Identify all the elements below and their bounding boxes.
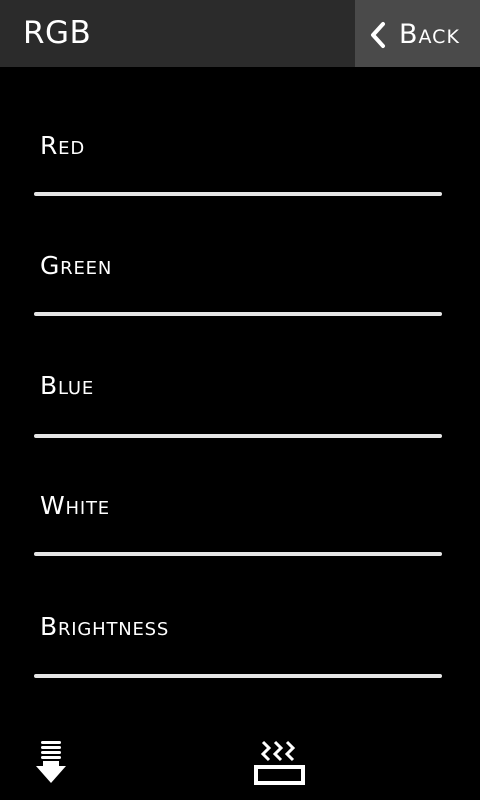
slider-label-blue: Blue (40, 371, 95, 400)
slider-label-white: White (40, 491, 110, 520)
slider-track-red[interactable] (34, 192, 442, 196)
chevron-left-icon (371, 22, 385, 48)
back-button-label: Back (399, 19, 460, 50)
back-button[interactable]: Back (355, 0, 480, 67)
slider-red: Red (34, 130, 442, 210)
slider-green: Green (34, 250, 442, 330)
slider-track-blue[interactable] (34, 434, 442, 438)
slider-brightness: Brightness (34, 611, 442, 691)
bulb-down-icon[interactable] (34, 740, 68, 788)
slider-track-brightness[interactable] (34, 674, 442, 678)
page-title: RGB (23, 15, 92, 51)
slider-white: White (34, 490, 442, 570)
slider-label-green: Green (40, 251, 113, 280)
slider-label-brightness: Brightness (40, 612, 170, 641)
slider-track-white[interactable] (34, 552, 442, 556)
app-header: RGB Back (0, 0, 480, 67)
slider-blue: Blue (34, 370, 442, 450)
heat-waves-icon[interactable] (253, 740, 307, 788)
slider-track-green[interactable] (34, 312, 442, 316)
slider-label-red: Red (40, 131, 86, 160)
